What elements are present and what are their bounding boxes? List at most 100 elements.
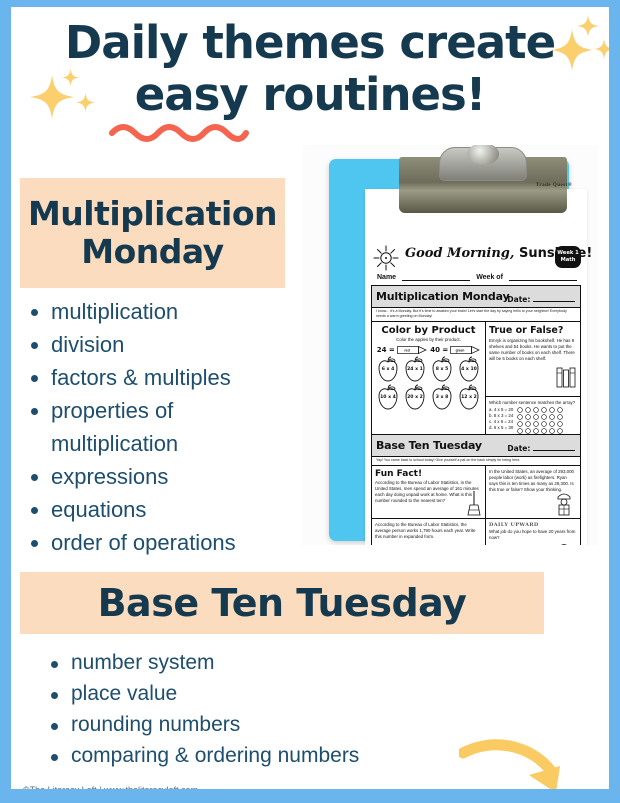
crayon-icon-green: green — [450, 346, 481, 354]
week-math-badge: Week 1 Math — [555, 246, 581, 268]
student-icon — [561, 544, 567, 545]
worksheet: Good Morning, Sunshine! Week 1 Math Name… — [365, 189, 592, 545]
clipboard-photo: Good Morning, Sunshine! Week 1 Math Name… — [302, 145, 598, 545]
panel-title: Color by Product — [381, 325, 476, 336]
list-item: rounding numbers — [41, 709, 511, 740]
panel-divider — [486, 396, 580, 397]
apple-icon[interactable]: 3 x 8 — [429, 384, 455, 411]
panel-body: Emryk is organizing his bookshelf. He ha… — [489, 338, 575, 361]
list-item: properties of multiplication — [21, 394, 301, 460]
footer-credit: ©The Literacy Loft | www.theliteracyloft… — [23, 785, 198, 789]
worksheet-header: Good Morning, Sunshine! Week 1 Math — [371, 245, 592, 271]
apple-grid: 6 x 4 24 x 1 8 x 5 4 x 10 10 x 4 20 x 2 … — [375, 356, 482, 411]
topic-list-multiplication-monday: multiplication division factors & multip… — [21, 295, 301, 559]
list-item: comparing & ordering numbers — [41, 740, 511, 771]
apple-icon[interactable]: 8 x 5 — [429, 356, 455, 383]
apple-label: 12 x 2 — [461, 395, 477, 400]
section-title-bar: Multiplication Monday Date: — [372, 286, 580, 308]
color-by-product-panel: Color by Product Color the apples by the… — [372, 322, 486, 437]
crayon-key-item: 24 = red — [377, 346, 427, 354]
crayon-key: 24 = red 40 = green — [375, 346, 482, 354]
array-dot-icon — [525, 414, 531, 420]
option[interactable]: d. 6 x 5 = 30 — [489, 425, 513, 431]
crayon-product: 40 = — [430, 346, 449, 354]
apple-icon[interactable]: 4 x 10 — [456, 356, 482, 383]
worksheet-row: According to the Bureau of Labor Statist… — [372, 518, 580, 545]
apple-label: 10 x 4 — [380, 395, 396, 400]
date-field[interactable]: Date: — [507, 295, 575, 304]
array-dot-icon — [557, 414, 563, 420]
date-field[interactable]: Date: — [507, 444, 575, 453]
cell-body: What job do you hope to have 20 years fr… — [489, 529, 576, 540]
broom-icon — [467, 491, 481, 516]
array-dot-icon — [533, 421, 539, 427]
sun-icon — [373, 245, 399, 271]
array-dot-icon — [533, 407, 539, 413]
firefighter-cell[interactable]: In the United States, an average of 293,… — [486, 466, 580, 518]
list-item: factors & multiples — [21, 361, 301, 394]
section-columns: Color by Product Color the apples by the… — [372, 322, 580, 437]
apple-icon[interactable]: 6 x 4 — [375, 356, 401, 383]
week-of-label: Week of — [476, 274, 503, 281]
date-label: Date: — [507, 444, 531, 453]
array-dot-icon — [533, 414, 539, 420]
apple-label: 4 x 10 — [461, 367, 477, 372]
sparkle-icon-small-left-top — [62, 69, 79, 86]
crayon-key-item: 40 = green — [430, 346, 481, 354]
poster-page: Daily themes create easy routines! Multi… — [0, 0, 620, 803]
array-dot-icon — [549, 414, 555, 420]
panel-subtitle: Color the apples by their product. — [396, 337, 461, 342]
name-input-line[interactable] — [402, 273, 471, 281]
array-dot-icon — [517, 407, 523, 413]
list-item: multiplication — [21, 295, 301, 328]
true-or-false-panel: True or False? Emryk is organizing his b… — [486, 322, 580, 437]
array-options[interactable]: a. 4 x 5 = 20 b. 8 x 3 = 24 c. 4 x 6 = 2… — [489, 407, 513, 434]
array-dot-grid — [517, 407, 564, 434]
page-title-line2: easy routines! — [134, 68, 487, 121]
list-item: expressions — [21, 460, 301, 493]
apple-icon[interactable]: 20 x 2 — [402, 384, 428, 411]
firefighter-icon — [557, 493, 571, 516]
apple-icon[interactable]: 12 x 2 — [456, 384, 482, 411]
section-subtitle: I know... it's a Monday. But it's time t… — [372, 308, 580, 322]
apple-icon[interactable]: 10 x 4 — [375, 384, 401, 411]
books-icon — [556, 367, 576, 388]
worksheet-paper: Good Morning, Sunshine! Week 1 Math Name… — [365, 189, 592, 545]
worksheet-greeting: Good Morning, Sunshine! — [405, 246, 592, 261]
array-dot-icon — [557, 407, 563, 413]
week-of-input-line[interactable] — [508, 273, 578, 281]
list-item: division — [21, 328, 301, 361]
section-title-bar: Base Ten Tuesday Date: — [372, 435, 580, 457]
daily-upward-cell[interactable]: DAILY UPWARD What job do you hope to hav… — [486, 519, 580, 545]
section-heading-label: Multiplication Monday — [27, 194, 278, 271]
date-label: Date: — [507, 295, 531, 304]
cell-title: Fun Fact! — [375, 469, 423, 479]
section-heading-base-ten-tuesday: Base Ten Tuesday — [20, 572, 544, 634]
panel-title: True or False? — [489, 325, 564, 336]
section-subtitle: Yay! You came back to school today! Give… — [372, 457, 580, 466]
week-badge-line1: Week 1 — [557, 250, 579, 256]
crayon-icon-red: red — [396, 346, 427, 354]
array-dot-icon — [541, 421, 547, 427]
clipboard-board: Good Morning, Sunshine! Week 1 Math Name… — [329, 145, 592, 545]
expanded-form-cell[interactable]: According to the Bureau of Labor Statist… — [372, 519, 486, 545]
name-label: Name — [377, 274, 397, 281]
array-dot-icon — [517, 414, 523, 420]
array-question-body: a. 4 x 5 = 20 b. 8 x 3 = 24 c. 4 x 6 = 2… — [489, 407, 577, 434]
apple-icon[interactable]: 24 x 1 — [402, 356, 428, 383]
cell-title: DAILY UPWARD — [489, 522, 539, 528]
cell-body: According to the Bureau of Labor Statist… — [375, 480, 479, 503]
list-item: order of operations — [21, 526, 301, 559]
poster-content: Daily themes create easy routines! Multi… — [11, 7, 609, 789]
apple-label: 24 x 1 — [407, 367, 423, 372]
fun-fact-cell[interactable]: Fun Fact! According to the Bureau of Lab… — [372, 466, 486, 518]
section-title: Base Ten Tuesday — [376, 439, 482, 452]
apple-label: 3 x 8 — [435, 395, 449, 400]
section-heading-label: Base Ten Tuesday — [97, 581, 467, 625]
worksheet-section-multiplication-monday: Multiplication Monday Date: I know... it… — [371, 285, 581, 438]
array-dot-icon — [517, 421, 523, 427]
section-title: Multiplication Monday — [376, 290, 510, 303]
array-dot-icon — [549, 407, 555, 413]
apple-label: 8 x 5 — [435, 367, 449, 372]
week-badge-line2: Math — [560, 257, 576, 263]
